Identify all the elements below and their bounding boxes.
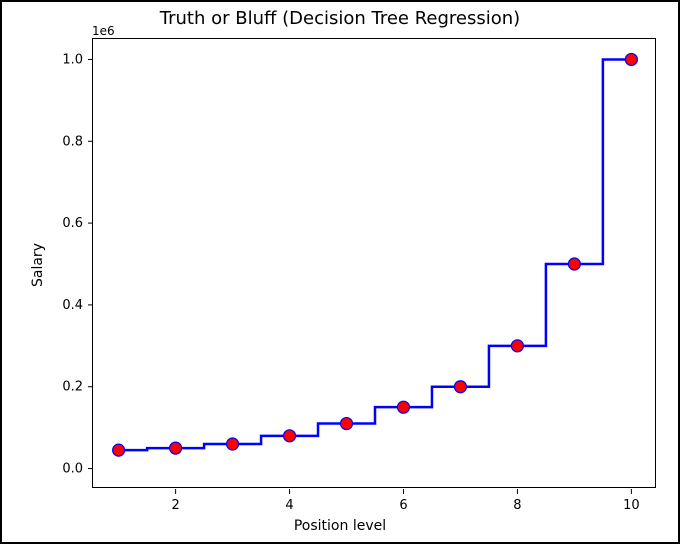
x-tick: 8 (513, 489, 521, 513)
y-tick-label: 0.0 (62, 462, 83, 477)
y-tick: 0.6 (62, 216, 93, 231)
y-tick-label: 0.6 (62, 216, 83, 231)
x-tick: 10 (623, 489, 640, 513)
x-tick-label: 8 (513, 498, 521, 513)
data-point (113, 444, 125, 456)
x-axis-label: Position level (2, 518, 678, 534)
x-tick: 2 (171, 489, 179, 513)
x-tick: 6 (399, 489, 407, 513)
data-point (454, 381, 466, 393)
y-tick: 0.8 (62, 134, 93, 149)
data-point (341, 418, 353, 430)
y-tick-label: 1.0 (62, 52, 83, 67)
prediction-line (119, 59, 632, 450)
data-point (625, 53, 637, 65)
y-tick: 0.4 (62, 298, 93, 313)
plot-axes: 2468100.00.20.40.60.81.0 (92, 38, 656, 488)
plot-svg: 2468100.00.20.40.60.81.0 (93, 39, 655, 487)
y-tick: 1.0 (62, 52, 93, 67)
x-tick-label: 2 (171, 498, 179, 513)
y-tick-label: 0.2 (62, 380, 83, 395)
data-point (511, 340, 523, 352)
x-tick: 4 (285, 489, 293, 513)
x-tick-label: 6 (399, 498, 407, 513)
x-tick-label: 10 (623, 498, 640, 513)
y-tick-label: 0.4 (62, 298, 83, 313)
figure: Truth or Bluff (Decision Tree Regression… (0, 0, 680, 544)
data-point (227, 438, 239, 450)
data-point (397, 401, 409, 413)
y-tick: 0.2 (62, 380, 93, 395)
data-point (170, 442, 182, 454)
y-tick: 0.0 (62, 462, 93, 477)
y-axis-label: Salary (30, 243, 46, 287)
y-tick-label: 0.8 (62, 134, 83, 149)
x-tick-label: 4 (285, 498, 293, 513)
data-point (568, 258, 580, 270)
data-point (284, 430, 296, 442)
y-axis-offset-text: 1e6 (92, 24, 115, 38)
